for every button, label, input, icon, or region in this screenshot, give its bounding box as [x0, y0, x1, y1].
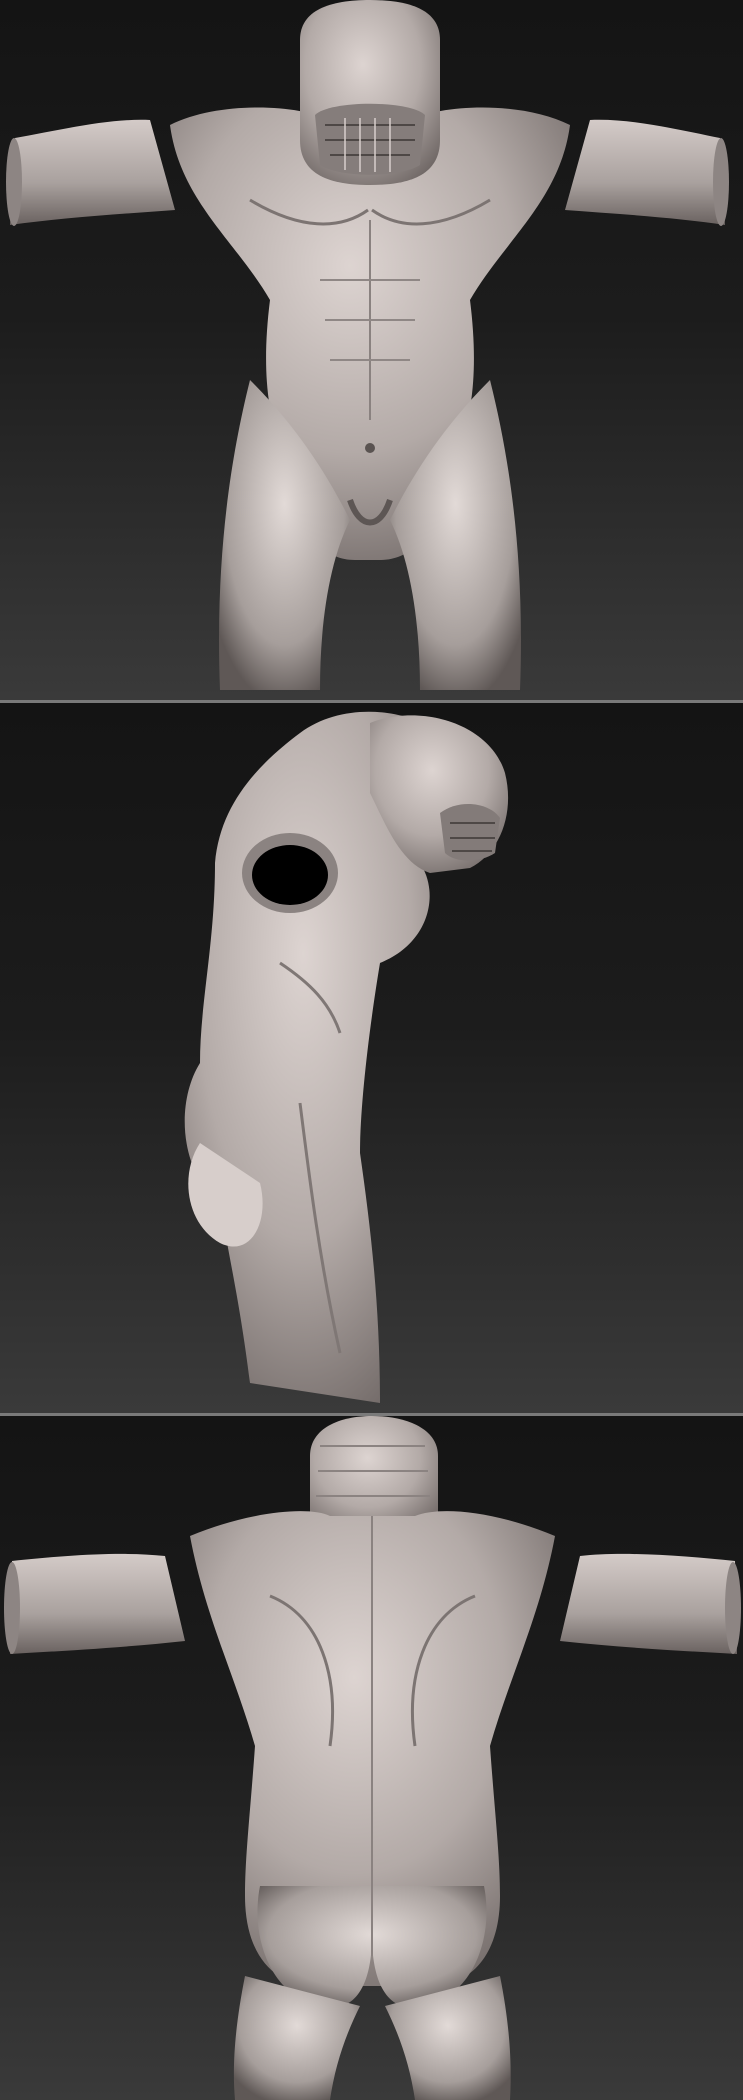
front-view-panel	[0, 0, 743, 700]
back-view-sculpt	[4, 1416, 741, 2100]
front-view-sculpt	[6, 0, 729, 690]
left-arm-back	[10, 1553, 185, 1654]
right-arm-back	[560, 1553, 737, 1654]
side-view-sculpt	[184, 711, 509, 1403]
side-view-panel	[0, 703, 743, 1413]
right-arm	[565, 119, 725, 225]
back-view-panel	[0, 1416, 743, 2100]
left-arm	[10, 119, 175, 225]
